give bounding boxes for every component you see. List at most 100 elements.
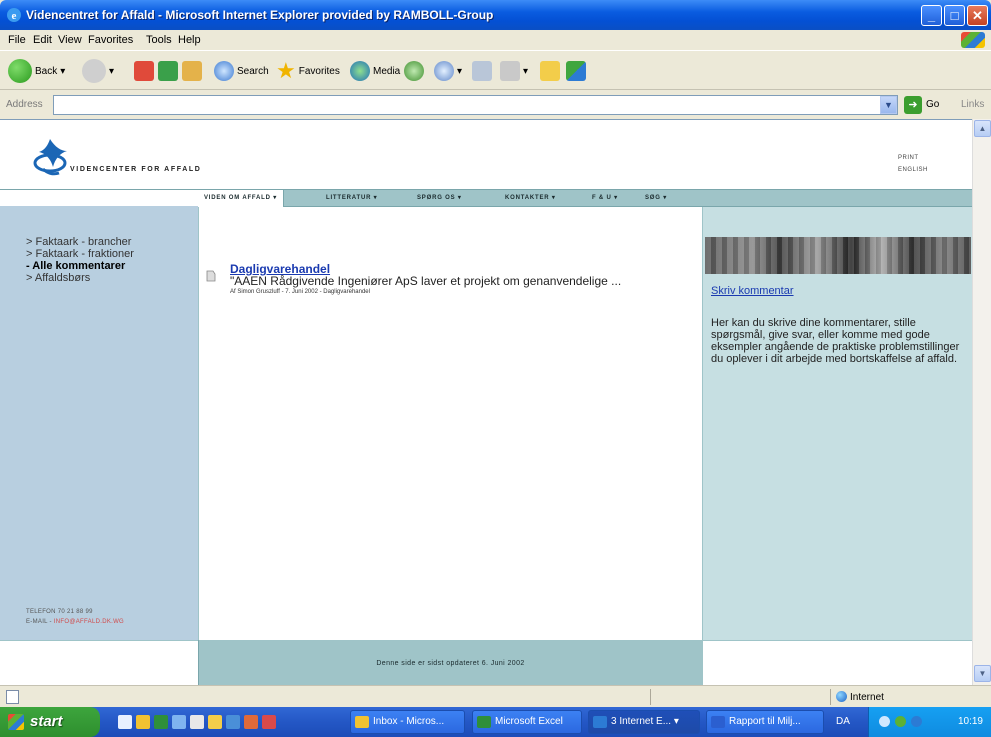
nav-viden-om-affald[interactable]: VIDEN OM AFFALD ▾ — [198, 190, 285, 207]
quicklaunch-ie-icon[interactable] — [118, 715, 132, 729]
task-inbox[interactable]: Inbox - Micros... — [350, 710, 465, 734]
footer-right — [702, 640, 972, 685]
network-icon[interactable] — [879, 716, 890, 727]
sidebar-item-affaldsboers[interactable]: > Affaldsbørs — [26, 272, 134, 284]
quicklaunch-excel-icon[interactable] — [154, 715, 168, 729]
messenger-tray-icon[interactable] — [911, 716, 922, 727]
nav-f-og-u[interactable]: F & U ▾ — [592, 194, 618, 201]
word-icon — [711, 716, 725, 728]
minimize-button[interactable]: _ — [921, 5, 942, 26]
quicklaunch-outlook-icon[interactable] — [136, 715, 150, 729]
chevron-down-icon: ▾ — [523, 65, 529, 77]
nav-spoerg-os[interactable]: SPØRG OS ▾ — [417, 194, 462, 201]
task-excel[interactable]: Microsoft Excel — [472, 710, 582, 734]
menu-edit[interactable]: Edit — [33, 34, 52, 46]
scroll-up-icon[interactable]: ▲ — [974, 120, 991, 137]
last-updated-text: Denne side er sidst opdateret 6. Juni 20… — [376, 660, 525, 667]
title-bar[interactable]: e Videncentret for Affald - Microsoft In… — [0, 0, 991, 30]
edit-button[interactable]: ▾ — [500, 57, 528, 85]
address-input[interactable] — [53, 95, 898, 115]
stop-icon — [134, 61, 154, 81]
menu-view[interactable]: View — [58, 34, 82, 46]
sidebar: > Faktaark - brancher > Faktaark - frakt… — [0, 206, 198, 640]
scroll-down-icon[interactable]: ▼ — [974, 665, 991, 682]
page-viewport: VIDENCENTER FOR AFFALD PRINT ENGLISH VID… — [0, 119, 972, 685]
internet-explorer-icon — [593, 716, 607, 728]
sidebar-item-alle-kommentarer[interactable]: - Alle kommentarer — [26, 260, 134, 272]
comment-meta: Af Simon Gruszluff - 7. Juni 2002 - Dagl… — [230, 289, 370, 295]
start-button[interactable]: start — [0, 707, 100, 737]
zone-label: Internet — [850, 692, 884, 703]
messenger-button[interactable] — [566, 57, 586, 85]
nav-kontakter[interactable]: KONTAKTER ▾ — [505, 194, 556, 201]
contact-email-link[interactable]: INFO@AFFALD.DK.WG — [54, 619, 124, 625]
nav-soeg[interactable]: SØG ▾ — [645, 194, 667, 201]
clock[interactable]: 10:19 — [958, 716, 983, 727]
menu-favorites[interactable]: Favorites — [88, 34, 133, 46]
footer-left — [0, 640, 198, 685]
maximize-button[interactable]: □ — [944, 5, 965, 26]
task-internet-explorer[interactable]: 3 Internet E... ▾ — [588, 710, 700, 734]
globe-icon — [836, 691, 847, 702]
refresh-button[interactable] — [158, 57, 178, 85]
task-word-document[interactable]: Rapport til Milj... — [706, 710, 824, 734]
logo-mark-icon — [33, 139, 67, 176]
nav-bar-left-spacer — [0, 189, 198, 207]
chevron-down-icon: ▾ — [60, 65, 66, 77]
quicklaunch-desktop-icon[interactable] — [172, 715, 186, 729]
sidebar-item-faktaark-brancher[interactable]: > Faktaark - brancher — [26, 236, 134, 248]
sidebar-item-faktaark-fraktioner[interactable]: > Faktaark - fraktioner — [26, 248, 134, 260]
go-arrow-icon[interactable]: ➜ — [904, 96, 922, 114]
media-icon — [350, 61, 370, 81]
back-button[interactable]: Back ▾ — [8, 57, 65, 85]
stop-button[interactable] — [134, 57, 154, 85]
english-link[interactable]: ENGLISH — [898, 164, 928, 176]
mail-button[interactable]: ▾ — [434, 57, 462, 85]
comment-excerpt: "AAEN Rådgivende Ingeniører ApS laver et… — [230, 274, 622, 288]
language-links: PRINT ENGLISH — [898, 152, 928, 176]
write-comment-link[interactable]: Skriv kommentar — [711, 285, 794, 297]
quicklaunch-media-icon[interactable] — [226, 715, 240, 729]
print-button[interactable] — [472, 57, 492, 85]
quicklaunch-explorer-icon[interactable] — [190, 715, 204, 729]
vertical-scrollbar[interactable]: ▲ ▼ — [972, 119, 991, 685]
taskbar: start Inbox - Micros... Microsoft Excel … — [0, 707, 991, 737]
contact-info: TELEFON 70 21 88 99 E-MAIL - INFO@AFFALD… — [26, 607, 124, 627]
antivirus-icon[interactable] — [895, 716, 906, 727]
discuss-button[interactable] — [540, 57, 560, 85]
menu-help[interactable]: Help — [178, 34, 201, 46]
search-button[interactable]: Search — [214, 57, 269, 85]
nav-litteratur[interactable]: LITTERATUR ▾ — [326, 194, 378, 201]
language-indicator[interactable]: DA — [836, 716, 850, 727]
quicklaunch-acrobat-icon[interactable] — [262, 715, 276, 729]
forward-button[interactable]: ▾ — [82, 57, 114, 85]
menu-bar: File Edit View Favorites Tools Help — [0, 30, 991, 50]
home-icon — [182, 61, 202, 81]
right-panel: Skriv kommentar Her kan du skrive dine k… — [702, 207, 972, 640]
back-label: Back — [35, 65, 58, 77]
history-icon — [404, 61, 424, 81]
internet-explorer-icon: e — [7, 8, 21, 22]
security-zone: Internet — [836, 691, 884, 703]
media-button[interactable]: Media — [350, 57, 400, 85]
browser-window: e Videncentret for Affald - Microsoft In… — [0, 0, 991, 737]
print-link[interactable]: PRINT — [898, 152, 928, 164]
back-arrow-icon — [8, 59, 32, 83]
status-bar: Internet — [0, 685, 991, 707]
links-button[interactable]: Links — [961, 99, 984, 110]
page-status-icon — [6, 690, 19, 704]
go-button[interactable]: Go — [926, 99, 939, 110]
main-content: Dagligvarehandel "AAEN Rådgivende Ingeni… — [198, 207, 702, 640]
favorites-label: Favorites — [298, 65, 340, 77]
quicklaunch-folder-icon[interactable] — [208, 715, 222, 729]
start-label: start — [30, 713, 63, 730]
favorites-button[interactable]: ★ Favorites — [276, 57, 340, 85]
address-dropdown-button[interactable]: ▼ — [880, 96, 897, 114]
task-label: Rapport til Milj... — [729, 716, 801, 727]
history-button[interactable] — [404, 57, 424, 85]
quicklaunch-powerpoint-icon[interactable] — [244, 715, 258, 729]
close-button[interactable]: ✕ — [967, 5, 988, 26]
menu-tools[interactable]: Tools — [146, 34, 172, 46]
home-button[interactable] — [182, 57, 202, 85]
menu-file[interactable]: File — [8, 34, 26, 46]
